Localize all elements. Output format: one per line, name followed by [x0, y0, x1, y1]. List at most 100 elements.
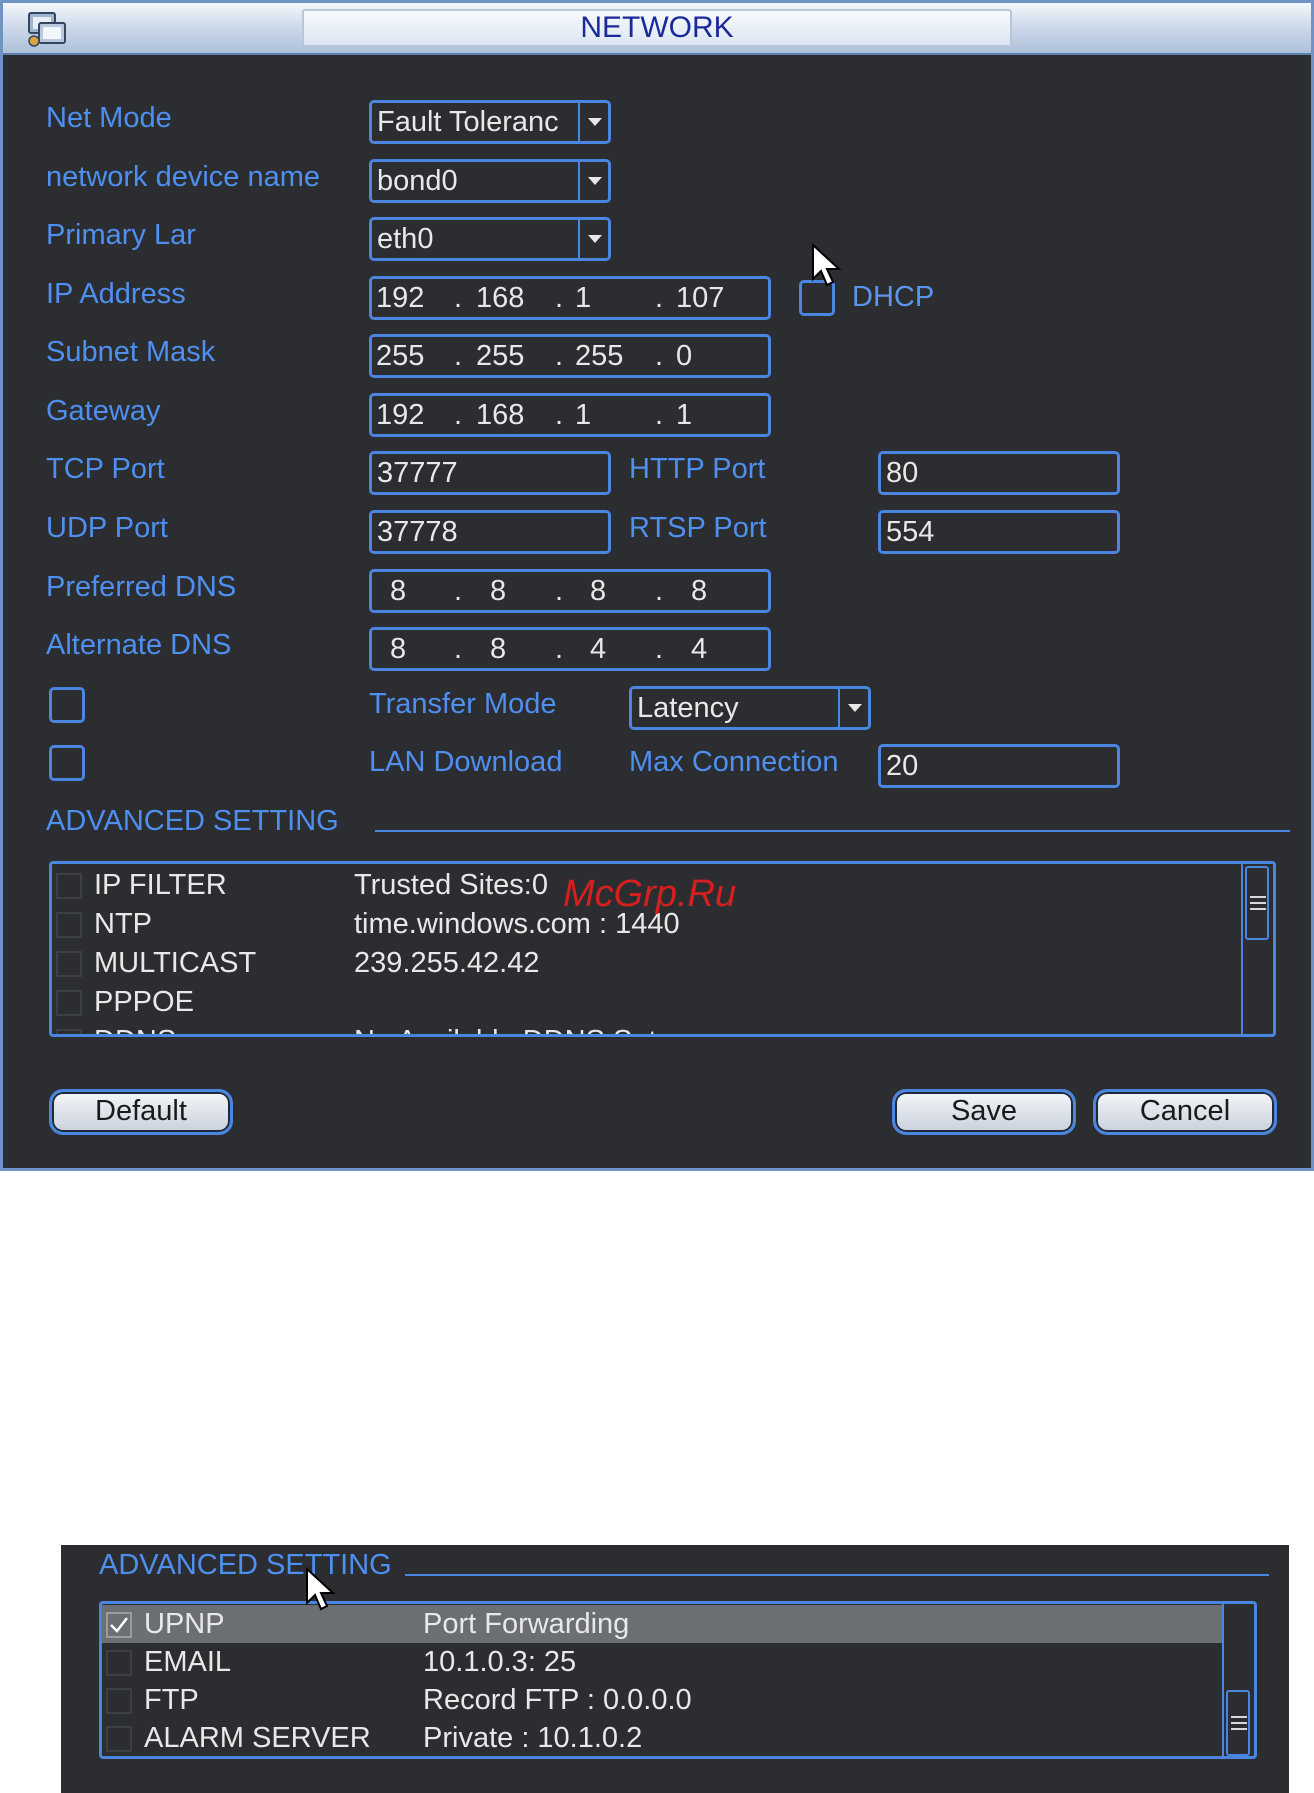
- alternate-dns-label: Alternate DNS: [46, 629, 232, 661]
- scroll-thumb[interactable]: [1226, 1690, 1250, 1756]
- ip-octet[interactable]: 8: [490, 630, 506, 668]
- http-port-input[interactable]: 80: [878, 451, 1120, 495]
- rtsp-port-input[interactable]: 554: [878, 510, 1120, 554]
- list-item[interactable]: FTP Record FTP : 0.0.0.0: [102, 1681, 1223, 1719]
- watermark: McGrp.Ru: [563, 873, 737, 915]
- device-name-label: network device name: [46, 161, 321, 193]
- ip-octet[interactable]: 255: [575, 337, 623, 375]
- rtsp-port-label: RTSP Port: [629, 512, 767, 544]
- lan-download-checkbox[interactable]: [49, 745, 85, 781]
- chevron-down-icon[interactable]: [578, 103, 608, 141]
- list-item[interactable]: DDNS No Available DDNS Set: [52, 1022, 1242, 1034]
- subnet-mask-input[interactable]: 255. 255. 255. 0: [369, 334, 771, 378]
- list-scrollbar[interactable]: [1241, 864, 1273, 1034]
- gateway-input[interactable]: 192. 168. 1. 1: [369, 393, 771, 437]
- list-item-selected[interactable]: UPNP Port Forwarding: [102, 1605, 1223, 1643]
- row-name: ALARM SERVER: [144, 1722, 371, 1754]
- advanced-setting-panel-2: ADVANCED SETTING UPNP Port Forwarding EM…: [61, 1545, 1289, 1793]
- http-port-label: HTTP Port: [629, 453, 766, 485]
- ip-octet[interactable]: 8: [691, 572, 707, 610]
- default-button[interactable]: Default: [49, 1089, 233, 1135]
- primary-lan-value: eth0: [377, 223, 434, 255]
- list-item[interactable]: MULTICAST 239.255.42.42: [52, 944, 1242, 982]
- row-checkbox[interactable]: [56, 990, 82, 1016]
- row-checkbox[interactable]: [56, 951, 82, 977]
- ip-address-input[interactable]: 192. 168. 1. 107: [369, 276, 771, 320]
- net-mode-select[interactable]: Fault Toleranc: [369, 100, 611, 144]
- ip-octet[interactable]: 168: [476, 279, 524, 317]
- checkmark-icon: [110, 1617, 128, 1633]
- row-checkbox[interactable]: [56, 873, 82, 899]
- tcp-port-input[interactable]: 37777: [369, 451, 611, 495]
- list-scrollbar[interactable]: [1222, 1604, 1254, 1756]
- row-value: Private : 10.1.0.2: [423, 1722, 643, 1754]
- transfer-mode-checkbox[interactable]: [49, 687, 85, 723]
- ip-octet[interactable]: 1: [575, 396, 591, 434]
- network-settings-icon: [28, 12, 66, 47]
- row-value: No Available DDNS Set: [354, 1022, 657, 1034]
- mouse-cursor-icon: [306, 1567, 336, 1611]
- scroll-thumb[interactable]: [1245, 866, 1269, 940]
- row-checkbox[interactable]: [56, 912, 82, 938]
- advanced-setting-title: ADVANCED SETTING: [46, 805, 339, 837]
- network-dialog: NETWORK Net Mode Fault Toleranc network …: [0, 0, 1314, 1171]
- row-checkbox-checked[interactable]: [106, 1612, 132, 1638]
- alternate-dns-input[interactable]: 8. 8. 4. 4: [369, 627, 771, 671]
- max-connection-input[interactable]: 20: [878, 744, 1120, 788]
- gateway-label: Gateway: [46, 395, 161, 427]
- row-value: Trusted Sites:0: [354, 869, 548, 901]
- preferred-dns-label: Preferred DNS: [46, 571, 237, 603]
- row-checkbox[interactable]: [106, 1650, 132, 1676]
- row-checkbox[interactable]: [106, 1726, 132, 1752]
- cancel-button[interactable]: Cancel: [1093, 1089, 1277, 1135]
- row-name: DDNS: [94, 1022, 176, 1034]
- ip-octet[interactable]: 255: [476, 337, 524, 375]
- ip-octet[interactable]: 8: [590, 572, 606, 610]
- list-item[interactable]: EMAIL 10.1.0.3: 25: [102, 1643, 1223, 1681]
- udp-port-input[interactable]: 37778: [369, 510, 611, 554]
- row-name: MULTICAST: [94, 947, 257, 979]
- preferred-dns-input[interactable]: 8. 8. 8. 8: [369, 569, 771, 613]
- row-name: NTP: [94, 908, 152, 940]
- ip-octet[interactable]: 0: [676, 337, 692, 375]
- ip-octet[interactable]: 168: [476, 396, 524, 434]
- ip-octet[interactable]: 1: [676, 396, 692, 434]
- ip-octet[interactable]: 8: [490, 572, 506, 610]
- ip-octet[interactable]: 8: [390, 630, 406, 668]
- advanced-setting-title: ADVANCED SETTING: [99, 1549, 392, 1581]
- row-checkbox[interactable]: [56, 1029, 82, 1034]
- tcp-port-label: TCP Port: [46, 453, 165, 485]
- chevron-down-icon[interactable]: [838, 689, 868, 727]
- ip-octet[interactable]: 4: [691, 630, 707, 668]
- row-value: Record FTP : 0.0.0.0: [423, 1684, 692, 1716]
- device-name-select[interactable]: bond0: [369, 159, 611, 203]
- ip-octet[interactable]: 8: [390, 572, 406, 610]
- ip-octet[interactable]: 1: [575, 279, 591, 317]
- transfer-mode-select[interactable]: Latency: [629, 686, 871, 730]
- row-checkbox[interactable]: [106, 1688, 132, 1714]
- primary-lan-label: Primary Lar: [46, 219, 196, 251]
- row-name: IP FILTER: [94, 869, 227, 901]
- row-value: 239.255.42.42: [354, 947, 540, 979]
- ip-octet[interactable]: 192: [376, 396, 424, 434]
- primary-lan-select[interactable]: eth0: [369, 217, 611, 261]
- title-bar: NETWORK: [3, 3, 1311, 55]
- chevron-down-icon[interactable]: [578, 220, 608, 258]
- ip-octet[interactable]: 255: [376, 337, 424, 375]
- chevron-down-icon[interactable]: [578, 162, 608, 200]
- advanced-setting-list-2[interactable]: UPNP Port Forwarding EMAIL 10.1.0.3: 25 …: [99, 1601, 1257, 1759]
- list-item[interactable]: ALARM SERVER Private : 10.1.0.2: [102, 1719, 1223, 1756]
- dhcp-label: DHCP: [852, 281, 935, 313]
- row-name: PPPOE: [94, 986, 194, 1018]
- save-button[interactable]: Save: [892, 1089, 1076, 1135]
- net-mode-label: Net Mode: [46, 102, 172, 134]
- ip-octet[interactable]: 107: [676, 279, 724, 317]
- transfer-mode-label: Transfer Mode: [369, 688, 557, 720]
- list-item[interactable]: PPPOE: [52, 983, 1242, 1021]
- ip-octet[interactable]: 192: [376, 279, 424, 317]
- row-value: Port Forwarding: [423, 1608, 630, 1640]
- window-title: NETWORK: [302, 9, 1012, 47]
- device-name-value: bond0: [377, 165, 458, 197]
- ip-octet[interactable]: 4: [590, 630, 606, 668]
- row-value: 10.1.0.3: 25: [423, 1646, 577, 1678]
